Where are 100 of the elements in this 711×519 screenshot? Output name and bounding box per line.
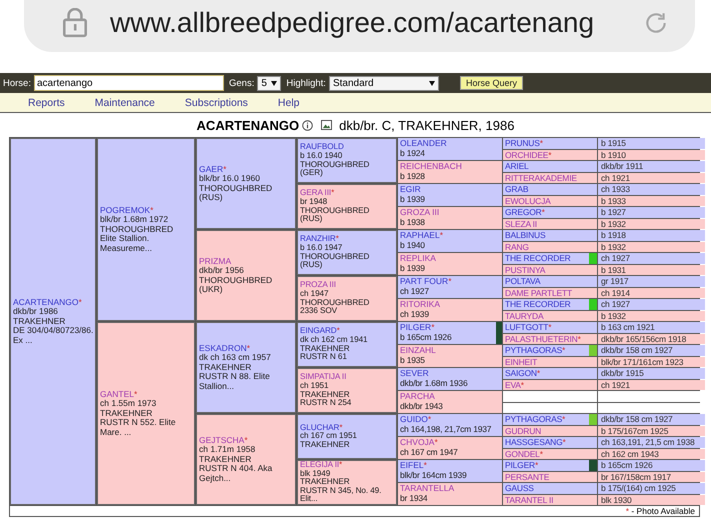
horse-info-text: blk/br 164cm 1939 xyxy=(400,470,468,481)
horse-name-link[interactable]: RITTERAKADEMIE xyxy=(505,172,577,183)
horse-name-link[interactable]: THE RECORDER xyxy=(505,253,571,264)
horse-info-text: ch 1927 xyxy=(400,286,430,297)
horse-name-link[interactable]: GANTEL* xyxy=(100,390,194,400)
horse-name-link[interactable]: PYTHAGORAS* xyxy=(505,345,566,356)
horse-name-link[interactable]: SLEZA II xyxy=(505,218,537,229)
horse-name-link[interactable]: GEJTSCHA* xyxy=(199,436,295,446)
address-bar[interactable]: www.allbreedpedigree.com/acartenang xyxy=(24,0,695,52)
horse-name-link[interactable]: SIMPATIJA II xyxy=(300,373,396,382)
menu-link[interactable]: Maintenance xyxy=(94,96,155,108)
horse-info-text: b 165cm 1926 xyxy=(400,332,452,343)
horse-info-text: RUSTR N 345, No. 49. Elit... xyxy=(300,486,382,504)
horse-name-link[interactable]: ACARTENANGO* xyxy=(13,298,95,308)
horse-name-link[interactable]: PROZA III xyxy=(300,281,396,290)
horse-name-link[interactable]: BALBINUS xyxy=(505,230,546,240)
horse-name-link[interactable]: PARCHA xyxy=(400,391,502,402)
horse-info-text: DE 304/04/80723/86. Ex ... xyxy=(13,326,94,346)
horse-name-link[interactable]: EGIR xyxy=(400,184,502,194)
horse-detail-cell: b 1910 xyxy=(598,150,705,160)
horse-info-text: b 16.0 1947 xyxy=(300,244,344,252)
horse-detail-cell: ch 1927 xyxy=(598,253,705,264)
horse-name-link[interactable]: RAUFBOLD xyxy=(300,143,396,152)
horse-name-link[interactable]: PRIZMA xyxy=(199,256,295,266)
horse-info-text: b 16.0 1940 xyxy=(300,152,344,160)
horse-name-link[interactable]: CHVOJA* xyxy=(400,437,502,448)
horse-info-text: TRAKEHNER xyxy=(13,316,66,326)
horse-name-link[interactable]: SAIGON* xyxy=(505,368,540,378)
horse-info-text: RUSTR N 61 xyxy=(300,353,348,362)
horse-name-link[interactable]: EWOLUCJA xyxy=(505,196,551,206)
horse-info-text: (RUS) xyxy=(300,261,324,270)
horse-summary: dkb/br. C, TRAKEHNER, 1986 xyxy=(339,118,514,132)
horse-name-link[interactable]: PYTHAGORAS* xyxy=(505,414,566,424)
horse-name-link[interactable]: GAUSS xyxy=(505,483,534,494)
horse-name-link[interactable]: POLTAVA xyxy=(505,276,540,286)
horse-name-link[interactable]: ESKADRON* xyxy=(199,344,295,354)
horse-name-link[interactable]: GUIDO* xyxy=(400,414,502,424)
horse-name-link[interactable]: RITORIKA xyxy=(400,299,502,310)
image-icon[interactable] xyxy=(321,120,332,130)
horse-name-link[interactable]: HASSGESANG* xyxy=(505,437,566,448)
horse-info-text: b 1939 xyxy=(400,194,426,205)
horse-name-link[interactable]: GRAB xyxy=(505,184,528,194)
horse-info-text: TRAKEHNER xyxy=(199,362,252,372)
horse-name-link[interactable]: PUSTINYA xyxy=(505,264,546,275)
horse-info-text: b 1938 xyxy=(400,217,426,228)
horse-name-link[interactable]: ARIEL xyxy=(505,161,529,172)
horse-name-link[interactable]: EINHEIT xyxy=(505,356,538,367)
horse-name-link[interactable]: OLEANDER xyxy=(400,138,502,148)
horse-name-link[interactable]: POGREMOK* xyxy=(100,206,194,216)
horse-name-link[interactable]: REICHENBACH xyxy=(400,161,502,172)
horse-name-link[interactable]: ELEGIJA II* xyxy=(300,461,396,470)
horse-name-link[interactable]: GROZA III xyxy=(400,207,502,218)
horse-name-link[interactable]: PILGER* xyxy=(400,322,496,332)
horse-detail-cell: ch 162 cm 1943 xyxy=(598,448,705,459)
horse-name-link[interactable]: PERSANTE xyxy=(505,472,550,482)
menu-link[interactable]: Help xyxy=(278,96,300,108)
horse-detail-cell: br 167/158cm 1917 xyxy=(598,472,705,482)
horse-name-link[interactable]: GLUCHAR* xyxy=(300,424,396,432)
horse-name-link[interactable]: TARANTELLA xyxy=(400,483,502,494)
menu-link[interactable]: Subscriptions xyxy=(184,96,248,108)
horse-name-link[interactable]: RANZHIR* xyxy=(300,235,396,244)
horse-name-link[interactable]: TARANTEL II xyxy=(505,494,554,505)
horse-name-link[interactable]: REPLIKA xyxy=(400,253,502,264)
horse-name-link[interactable]: RANG xyxy=(505,242,529,252)
horse-name-link[interactable]: LUFTGOTT* xyxy=(505,322,552,332)
horse-name-link[interactable]: GERA III* xyxy=(300,189,396,198)
menu-link[interactable]: Reports xyxy=(28,96,65,108)
horse-detail-cell: ch 1921 xyxy=(598,380,705,390)
horse-detail-cell: dkb/br 1915 xyxy=(598,368,705,378)
horse-info-text: THOROUGHBRED xyxy=(199,276,274,285)
horse-info-text: blk 1949 xyxy=(300,470,332,478)
horse-name-link[interactable]: DAME PARTLETT xyxy=(505,288,572,298)
horse-name-link[interactable]: PILGER* xyxy=(505,460,538,470)
horse-name-link[interactable]: TAURYDA xyxy=(505,310,544,321)
horse-name-link[interactable]: GAER* xyxy=(199,164,295,174)
highlight-select[interactable]: Standard xyxy=(328,76,439,90)
horse-input[interactable]: acartenango xyxy=(34,75,224,91)
horse-detail-cell: b 175/167cm 1925 xyxy=(598,426,705,436)
horse-detail-cell: dkb/br 158 cm 1927 xyxy=(598,345,705,356)
horse-name-link[interactable]: GONDEL* xyxy=(505,448,543,459)
horse-query-button[interactable]: Horse Query xyxy=(460,76,523,90)
horse-name-link[interactable]: THE RECORDER xyxy=(505,299,571,310)
info-icon[interactable] xyxy=(302,120,314,130)
horse-name-link[interactable]: EIFEL* xyxy=(400,460,502,470)
horse-info-text: dkb/br 1986 xyxy=(13,307,59,317)
horse-name-link[interactable]: SEVER xyxy=(400,368,502,378)
horse-name-link[interactable]: PALASTHUETERIN* xyxy=(505,334,581,344)
horse-name-link[interactable]: GUDRUN xyxy=(505,426,542,436)
lock-icon xyxy=(62,8,88,38)
horse-name-link[interactable]: PRUNUS* xyxy=(505,138,543,148)
horse-name-link[interactable]: EVA* xyxy=(505,380,524,390)
horse-name-link[interactable]: EINGARD* xyxy=(300,327,396,336)
horse-name-link[interactable]: EINZAHL xyxy=(400,345,502,356)
horse-detail-cell: b 1932 xyxy=(598,242,705,252)
gens-select[interactable]: 5 xyxy=(257,76,282,90)
horse-name-link[interactable]: RAPHAEL* xyxy=(400,230,502,240)
horse-name-link[interactable]: ORCHIDEE* xyxy=(505,150,552,160)
horse-name-link[interactable]: PART FOUR* xyxy=(400,276,502,286)
horse-name-link[interactable]: GREGOR* xyxy=(505,207,545,218)
horse-detail-cell: ch 1933 xyxy=(598,184,705,194)
